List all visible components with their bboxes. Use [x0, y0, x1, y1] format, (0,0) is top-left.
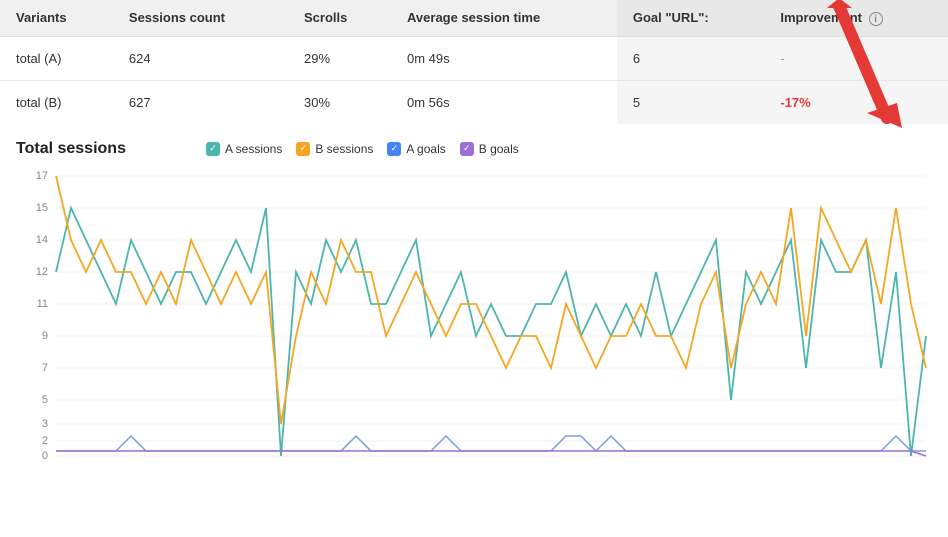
chart-title: Total sessions — [16, 140, 126, 158]
legend-a-goals: ✓ A goals — [387, 142, 445, 156]
a-goals-check-icon: ✓ — [387, 142, 401, 156]
a-sessions-check-icon: ✓ — [206, 142, 220, 156]
col-variants: Variants — [0, 0, 113, 36]
svg-text:5: 5 — [42, 394, 48, 406]
b-goals-check-icon: ✓ — [460, 142, 474, 156]
svg-text:15: 15 — [36, 202, 48, 214]
line-chart-svg: 17 15 14 12 11 9 7 5 3 2 0 — [16, 166, 932, 476]
chart-canvas: 17 15 14 12 11 9 7 5 3 2 0 — [16, 166, 932, 479]
cell-avg-time-b: 0m 56s — [391, 80, 617, 124]
svg-text:7: 7 — [42, 362, 48, 374]
legend-b-goals-label: B goals — [479, 142, 519, 156]
col-goal-url: Goal "URL": — [617, 0, 765, 36]
svg-text:3: 3 — [42, 418, 48, 430]
b-sessions-check-icon: ✓ — [296, 142, 310, 156]
b-sessions-line — [56, 176, 926, 424]
col-sessions-count: Sessions count — [113, 0, 288, 36]
table-row: total (A) 624 29% 0m 49s 6 - — [0, 36, 948, 80]
cell-variant-b: total (B) — [0, 80, 113, 124]
legend-a-sessions: ✓ A sessions — [206, 142, 282, 156]
cell-sessions-a: 624 — [113, 36, 288, 80]
cell-goal-a: 6 — [617, 36, 765, 80]
chart-section: Total sessions ✓ A sessions ✓ B sessions… — [0, 124, 948, 479]
svg-text:12: 12 — [36, 266, 48, 278]
legend-b-goals: ✓ B goals — [460, 142, 519, 156]
chart-header: Total sessions ✓ A sessions ✓ B sessions… — [16, 140, 932, 158]
table-row: total (B) 627 30% 0m 56s 5 -17% — [0, 80, 948, 124]
a-goals-line — [56, 436, 926, 451]
legend-a-goals-label: A goals — [406, 142, 445, 156]
svg-text:11: 11 — [37, 298, 48, 310]
cell-scrolls-b: 30% — [288, 80, 391, 124]
legend-a-sessions-label: A sessions — [225, 142, 282, 156]
col-scrolls: Scrolls — [288, 0, 391, 36]
cell-scrolls-a: 29% — [288, 36, 391, 80]
b-goals-line — [56, 451, 926, 456]
svg-text:2: 2 — [42, 435, 48, 447]
legend-b-sessions-label: B sessions — [315, 142, 373, 156]
svg-text:0: 0 — [42, 450, 48, 462]
red-arrow-annotation — [812, 0, 912, 128]
cell-avg-time-a: 0m 49s — [391, 36, 617, 80]
cell-variant-a: total (A) — [0, 36, 113, 80]
data-table: Variants Sessions count Scrolls Average … — [0, 0, 948, 124]
col-avg-session-time: Average session time — [391, 0, 617, 36]
svg-text:14: 14 — [36, 234, 48, 246]
svg-text:9: 9 — [42, 330, 48, 342]
legend-b-sessions: ✓ B sessions — [296, 142, 373, 156]
chart-legend: ✓ A sessions ✓ B sessions ✓ A goals ✓ B … — [206, 142, 519, 156]
svg-text:17: 17 — [36, 170, 48, 182]
cell-goal-b: 5 — [617, 80, 765, 124]
cell-sessions-b: 627 — [113, 80, 288, 124]
